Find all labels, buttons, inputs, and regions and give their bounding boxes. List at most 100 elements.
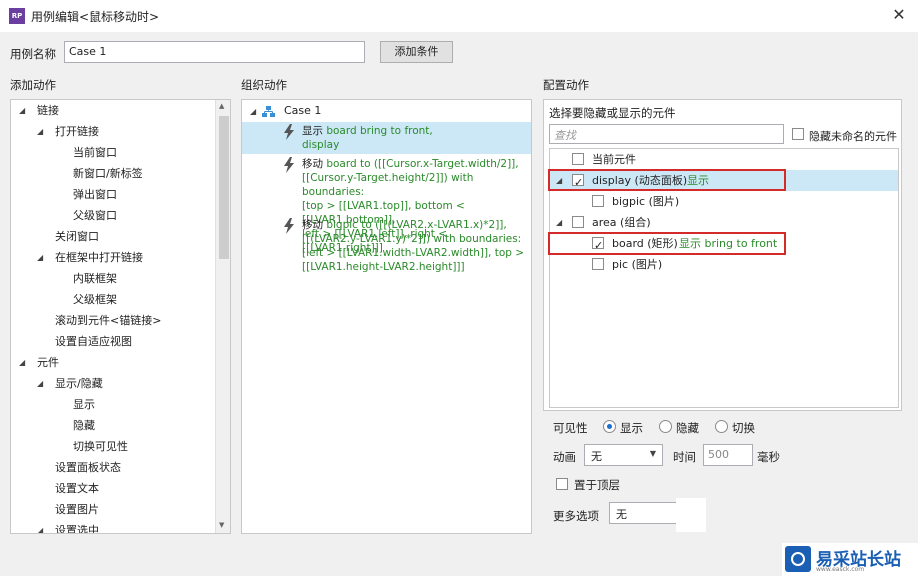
action-tree-label: 显示/隐藏 [55, 377, 103, 390]
action-tree-label: 链接 [37, 104, 59, 117]
expand-triangle-icon[interactable]: ◢ [19, 352, 25, 373]
widget-tree-item[interactable]: 当前元件 [550, 149, 898, 170]
action-line: [left > [[LVAR1.width-LVAR2.width]], top… [302, 247, 525, 259]
action-line: [[(LVAR2.y-LVAR1.y)*2]]) with boundaries… [302, 233, 522, 245]
time-label: 时间 [673, 450, 696, 464]
case-name-label: 用例名称 [10, 47, 56, 61]
action-tree-label: 显示 [73, 398, 95, 411]
action-tree-item[interactable]: 父级窗口 [11, 205, 215, 226]
action-tree-item[interactable]: 设置图片 [11, 499, 215, 520]
visibility-hide-label: 隐藏 [676, 421, 699, 435]
select-widgets-label: 选择要隐藏或显示的元件 [549, 106, 676, 120]
action-tree-label: 在框架中打开链接 [55, 251, 143, 264]
visibility-toggle-radio[interactable] [715, 420, 728, 433]
expand-triangle-icon[interactable]: ◢ [37, 373, 43, 394]
bring-to-front-label: 置于顶层 [574, 478, 620, 492]
action-tree-label: 设置文本 [55, 482, 99, 495]
expand-triangle-icon[interactable]: ◢ [37, 520, 43, 533]
action-line: [[LVAR1.height-LVAR2.height]]] [302, 261, 465, 273]
widget-tree-item[interactable]: pic (图片) [550, 254, 898, 275]
add-condition-button[interactable]: 添加条件 [380, 41, 453, 63]
white-overlay [676, 498, 706, 532]
watermark-badge: 易采站长站 www.easck.com [782, 543, 918, 576]
action-tree-label: 滚动到元件<锚链接> [55, 314, 162, 327]
action-verb: 显示 [302, 125, 323, 137]
widget-tree-item[interactable]: ◢ area (组合) [550, 212, 898, 233]
action-line: board to ([[Cursor.x-Target.width/2]], [326, 158, 519, 170]
widget-tree-item[interactable]: bigpic (图片) [550, 191, 898, 212]
action-tree-item[interactable]: 父级框架 [11, 289, 215, 310]
widget-checkbox[interactable] [592, 258, 604, 270]
action-tree-item[interactable]: ◢ 链接 [11, 100, 215, 121]
widget-search-input[interactable]: 查找 [549, 124, 784, 144]
widget-checkbox[interactable] [572, 153, 584, 165]
action-tree-label: 隐藏 [73, 419, 95, 432]
watermark-logo-icon [785, 546, 811, 572]
watermark-sub: www.easck.com [816, 566, 865, 573]
highlight-box-board [548, 232, 786, 255]
close-icon[interactable]: ✕ [888, 4, 910, 26]
hide-unnamed-label: 隐藏未命名的元件 [809, 130, 897, 143]
configure-actions-header: 配置动作 [543, 78, 589, 92]
action-tree-item[interactable]: 隐藏 [11, 415, 215, 436]
highlight-box-display [548, 169, 786, 191]
time-input[interactable]: 500 [703, 444, 753, 466]
action-tree-label: 弹出窗口 [73, 188, 117, 201]
action-tree-item[interactable]: 内联框架 [11, 268, 215, 289]
action-tree-item[interactable]: 设置自适应视图 [11, 331, 215, 352]
widget-name: pic (图片) [612, 258, 663, 271]
action-tree-label: 元件 [37, 356, 59, 369]
animation-value: 无 [591, 450, 602, 463]
bring-to-front-checkbox[interactable] [556, 478, 568, 490]
expand-triangle-icon[interactable]: ◢ [19, 100, 25, 121]
action-tree-item[interactable]: 滚动到元件<锚链接> [11, 310, 215, 331]
action-tree-label: 设置图片 [55, 503, 99, 516]
action-tree-item[interactable]: ◢ 设置选中 [11, 520, 215, 534]
expand-triangle-icon[interactable]: ◢ [37, 121, 43, 142]
action-tree-item[interactable]: 新窗口/新标签 [11, 163, 215, 184]
action-verb: 移动 [302, 219, 323, 231]
action-tree-item[interactable]: 关闭窗口 [11, 226, 215, 247]
expand-triangle-icon[interactable]: ◢ [37, 247, 43, 268]
action-line: board bring to front, [326, 125, 433, 137]
action-tree-item[interactable]: 当前窗口 [11, 142, 215, 163]
animation-select[interactable]: 无 ▼ [584, 444, 663, 466]
widget-checkbox[interactable] [592, 195, 604, 207]
action-tree-item[interactable]: ◢ 打开链接 [11, 121, 215, 142]
add-actions-header: 添加动作 [10, 78, 56, 92]
hide-unnamed-checkbox[interactable] [792, 128, 804, 140]
widget-checkbox[interactable] [572, 216, 584, 228]
action-tree-item[interactable]: ◢ 在框架中打开链接 [11, 247, 215, 268]
action-tree-item[interactable]: 设置面板状态 [11, 457, 215, 478]
visibility-show-radio[interactable] [603, 420, 616, 433]
action-tree-label: 设置选中 [55, 524, 99, 534]
lightning-icon [284, 124, 294, 140]
case-name-input[interactable]: Case 1 [64, 41, 365, 63]
scroll-up-icon[interactable]: ▲ [219, 102, 224, 110]
chevron-down-icon: ▼ [649, 449, 656, 458]
expand-triangle-icon[interactable]: ◢ [556, 212, 562, 233]
animation-label: 动画 [553, 450, 576, 464]
action-tree-item[interactable]: 弹出窗口 [11, 184, 215, 205]
case-label[interactable]: Case 1 [284, 104, 321, 117]
action-move-bigpic[interactable]: 移动 bigpic to ([[(LVAR2.x-LVAR1.x)*2]], [… [302, 218, 524, 274]
visibility-hide-radio[interactable] [659, 420, 672, 433]
action-tree-label: 新窗口/新标签 [73, 167, 143, 180]
visibility-show-label: 显示 [620, 421, 643, 435]
action-tree-label: 设置面板状态 [55, 461, 121, 474]
action-tree-item[interactable]: 显示 [11, 394, 215, 415]
more-options-value: 无 [616, 508, 627, 521]
add-actions-scroll-thumb[interactable] [219, 116, 229, 259]
action-tree-item[interactable]: 设置文本 [11, 478, 215, 499]
action-tree-label: 内联框架 [73, 272, 117, 285]
action-tree-item[interactable]: 切换可见性 [11, 436, 215, 457]
action-tree-item[interactable]: ◢ 显示/隐藏 [11, 373, 215, 394]
action-show[interactable]: 显示 board bring to front, display [302, 124, 433, 152]
axure-app-icon: RP [9, 8, 25, 24]
case-expand-icon[interactable]: ◢ [250, 107, 256, 116]
scroll-down-icon[interactable]: ▼ [219, 521, 224, 529]
add-actions-scrollbar[interactable]: ▲ ▼ [215, 100, 230, 533]
action-tree-label: 关闭窗口 [55, 230, 99, 243]
action-tree-item[interactable]: ◢ 元件 [11, 352, 215, 373]
add-actions-tree: ◢ 链接 ◢ 打开链接 当前窗口新窗口/新标签 弹出窗口父级窗口关闭窗口 ◢ 在框架中打开链接… [10, 99, 231, 534]
